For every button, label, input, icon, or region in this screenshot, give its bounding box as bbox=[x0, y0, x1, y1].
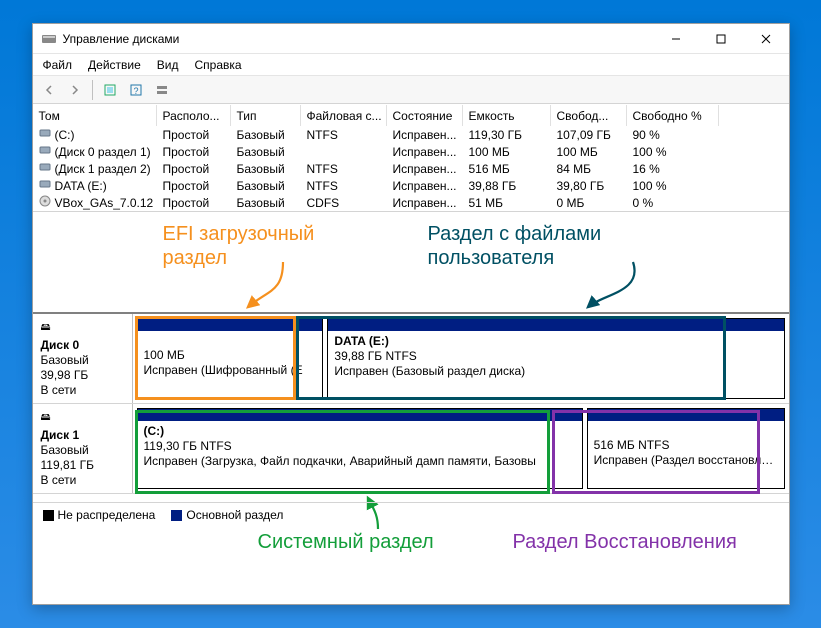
drive-icon bbox=[39, 161, 51, 176]
back-button[interactable] bbox=[37, 79, 61, 101]
close-button[interactable] bbox=[744, 24, 789, 53]
annotation-recovery: Раздел Восстановления bbox=[513, 530, 737, 554]
window-title: Управление дисками bbox=[63, 32, 180, 46]
drive-icon bbox=[39, 144, 51, 159]
col-layout[interactable]: Располо... bbox=[157, 105, 231, 126]
refresh-button[interactable] bbox=[98, 79, 122, 101]
menu-file[interactable]: Файл bbox=[35, 55, 81, 75]
menu-action[interactable]: Действие bbox=[80, 55, 149, 75]
col-status[interactable]: Состояние bbox=[387, 105, 463, 126]
col-free[interactable]: Свобод... bbox=[551, 105, 627, 126]
table-row[interactable]: VBox_GAs_7.0.12 (...ПростойБазовыйCDFSИс… bbox=[33, 194, 789, 211]
table-row[interactable]: (Диск 1 раздел 2)ПростойБазовыйNTFSИспра… bbox=[33, 160, 789, 177]
col-pct[interactable]: Свободно % bbox=[627, 105, 719, 126]
legend: Не распределена Основной раздел bbox=[33, 502, 789, 526]
table-body: (C:)ПростойБазовыйNTFSИсправен...119,30 … bbox=[33, 126, 789, 211]
annotation-arrows bbox=[33, 212, 793, 352]
col-type[interactable]: Тип bbox=[231, 105, 301, 126]
minimize-button[interactable] bbox=[654, 24, 699, 53]
volume-table: Том Располо... Тип Файловая с... Состоян… bbox=[33, 104, 789, 212]
partition[interactable]: (C:)119,30 ГБ NTFSИсправен (Загрузка, Фа… bbox=[137, 408, 583, 489]
svg-text:?: ? bbox=[133, 86, 138, 96]
col-volume[interactable]: Том bbox=[33, 105, 157, 126]
maximize-button[interactable] bbox=[699, 24, 744, 53]
content-area: EFI загрузочный раздел Раздел с файлами … bbox=[33, 212, 789, 604]
forward-button[interactable] bbox=[63, 79, 87, 101]
annotation-system: Системный раздел bbox=[258, 530, 434, 554]
table-row[interactable]: DATA (E:)ПростойБазовыйNTFSИсправен...39… bbox=[33, 177, 789, 194]
disk-header[interactable]: 🖴Диск 1Базовый119,81 ГБВ сети bbox=[33, 404, 133, 493]
drive-icon bbox=[39, 178, 51, 193]
toolbar: ? bbox=[33, 76, 789, 104]
app-icon bbox=[41, 31, 57, 47]
menubar: Файл Действие Вид Справка bbox=[33, 54, 789, 76]
legend-unallocated: Не распределена bbox=[43, 508, 156, 522]
help-button[interactable]: ? bbox=[124, 79, 148, 101]
titlebar: Управление дисками bbox=[33, 24, 789, 54]
partition[interactable]: 516 МБ NTFSИсправен (Раздел восстановлен… bbox=[587, 408, 785, 489]
settings-button[interactable] bbox=[150, 79, 174, 101]
drive-icon bbox=[39, 195, 51, 210]
disk-row: 🖴Диск 1Базовый119,81 ГБВ сети(C:)119,30 … bbox=[33, 404, 789, 494]
table-row[interactable]: (C:)ПростойБазовыйNTFSИсправен...119,30 … bbox=[33, 126, 789, 143]
disk-management-window: Управление дисками Файл Действие Вид Спр… bbox=[32, 23, 790, 605]
table-header: Том Располо... Тип Файловая с... Состоян… bbox=[33, 104, 789, 126]
col-capacity[interactable]: Емкость bbox=[463, 105, 551, 126]
menu-view[interactable]: Вид bbox=[149, 55, 187, 75]
menu-help[interactable]: Справка bbox=[187, 55, 250, 75]
col-fs[interactable]: Файловая с... bbox=[301, 105, 387, 126]
table-row[interactable]: (Диск 0 раздел 1)ПростойБазовыйИсправен.… bbox=[33, 143, 789, 160]
legend-primary: Основной раздел bbox=[171, 508, 283, 522]
drive-icon bbox=[39, 127, 51, 142]
